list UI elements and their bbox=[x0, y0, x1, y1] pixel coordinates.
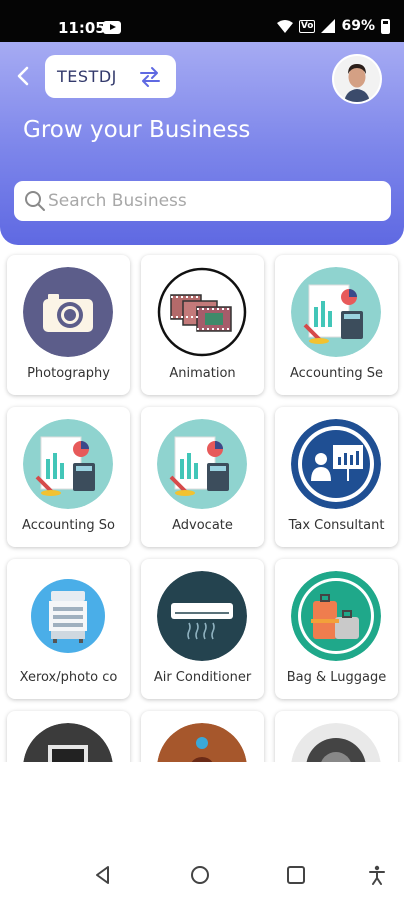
category-label: Photography bbox=[27, 366, 110, 381]
category-label: Advocate bbox=[172, 518, 233, 533]
category-label: Xerox/photo co bbox=[19, 670, 118, 685]
status-icons: Vo 69% bbox=[276, 18, 390, 34]
header: TESTDJ Grow your Business bbox=[0, 42, 404, 245]
battery-icon bbox=[381, 18, 390, 34]
category-card[interactable]: Accounting Se bbox=[275, 255, 398, 395]
tyre-icon bbox=[291, 723, 381, 762]
category-label: Animation bbox=[169, 366, 236, 381]
nav-recents-icon[interactable] bbox=[285, 864, 307, 886]
category-card[interactable] bbox=[275, 711, 398, 762]
status-bar: 11:05 Vo 69% bbox=[0, 0, 404, 42]
signal-icon bbox=[321, 19, 336, 33]
category-card[interactable]: Accounting So bbox=[7, 407, 130, 547]
status-time: 11:05 bbox=[58, 19, 106, 37]
search-bar[interactable] bbox=[14, 181, 391, 221]
search-input[interactable] bbox=[48, 181, 378, 221]
tenant-name: TESTDJ bbox=[57, 67, 117, 86]
printer-icon bbox=[23, 571, 113, 661]
worker-icon bbox=[157, 723, 247, 762]
battery-percent: 69% bbox=[341, 18, 375, 34]
category-card[interactable] bbox=[141, 711, 264, 762]
accounting-icon bbox=[291, 267, 381, 357]
nav-back-icon[interactable] bbox=[92, 864, 114, 886]
category-label: Tax Consultant bbox=[288, 518, 385, 533]
nav-home-icon[interactable] bbox=[189, 864, 211, 886]
volte-icon: Vo bbox=[298, 19, 316, 33]
category-card[interactable]: Bag & Luggage bbox=[275, 559, 398, 699]
search-icon bbox=[25, 191, 45, 211]
accessibility-icon[interactable] bbox=[366, 864, 388, 886]
window-icon bbox=[23, 723, 113, 762]
category-label: Accounting So bbox=[22, 518, 115, 533]
category-grid: Photography Animation Accounting Se Acco… bbox=[0, 245, 404, 762]
presentation-icon bbox=[291, 419, 381, 509]
luggage-icon bbox=[291, 571, 381, 661]
swap-icon bbox=[140, 67, 160, 87]
youtube-notification-icon bbox=[103, 21, 121, 34]
air-conditioner-icon bbox=[157, 571, 247, 661]
tenant-switcher[interactable]: TESTDJ bbox=[45, 55, 176, 98]
film-strip-icon bbox=[157, 267, 247, 357]
page-title: Grow your Business bbox=[23, 117, 251, 143]
camera-icon bbox=[23, 267, 113, 357]
category-label: Air Conditioner bbox=[153, 670, 252, 685]
category-card[interactable] bbox=[7, 711, 130, 762]
system-nav-bar bbox=[0, 840, 404, 900]
category-card[interactable]: Tax Consultant bbox=[275, 407, 398, 547]
accounting-icon bbox=[157, 419, 247, 509]
category-card[interactable]: Xerox/photo co bbox=[7, 559, 130, 699]
category-card[interactable]: Photography bbox=[7, 255, 130, 395]
category-card[interactable]: Advocate bbox=[141, 407, 264, 547]
category-card[interactable]: Animation bbox=[141, 255, 264, 395]
category-label: Accounting Se bbox=[290, 366, 383, 381]
accounting-icon bbox=[23, 419, 113, 509]
avatar-photo bbox=[334, 56, 380, 102]
profile-avatar[interactable] bbox=[332, 54, 382, 104]
wifi-icon bbox=[276, 20, 293, 33]
category-card[interactable]: Air Conditioner bbox=[141, 559, 264, 699]
back-arrow-icon[interactable] bbox=[14, 64, 34, 88]
category-label: Bag & Luggage bbox=[286, 670, 387, 685]
